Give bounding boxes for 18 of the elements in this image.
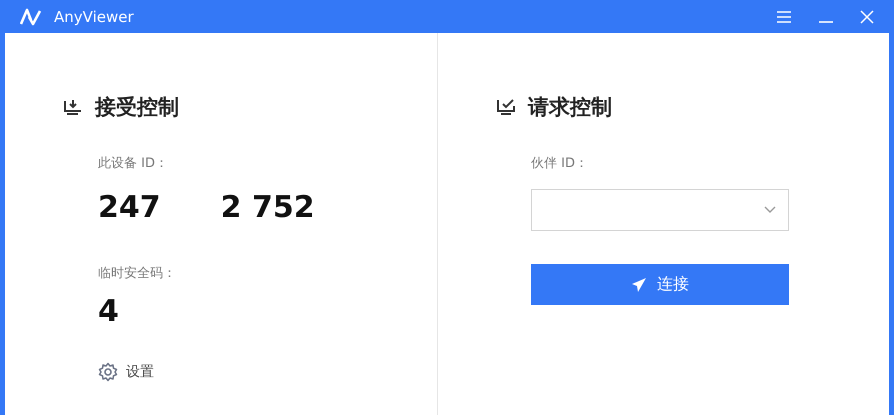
settings-link[interactable]: 设置 [126, 363, 154, 381]
temp-code-label: 临时安全码： [98, 265, 177, 282]
temp-code-text: 4 [98, 294, 119, 330]
partner-id-label: 伙伴 ID： [531, 155, 589, 172]
send-icon [631, 276, 647, 292]
device-id-text: 2 752 [220, 190, 315, 226]
device-id-text: 247 [98, 190, 161, 226]
gear-icon[interactable] [98, 362, 118, 382]
window-title: AnyViewer [54, 8, 134, 26]
section-heading: 接受控制 [95, 94, 179, 121]
device-id-label: 此设备 ID： [98, 155, 169, 172]
menu-icon[interactable] [776, 10, 792, 24]
logo-icon [20, 8, 42, 26]
chevron-down-icon[interactable] [764, 206, 776, 214]
section-heading: 请求控制 [528, 94, 612, 121]
connect-button[interactable]: 连接 [531, 264, 789, 305]
partner-id-field[interactable] [531, 189, 789, 231]
close-icon[interactable] [860, 10, 874, 24]
